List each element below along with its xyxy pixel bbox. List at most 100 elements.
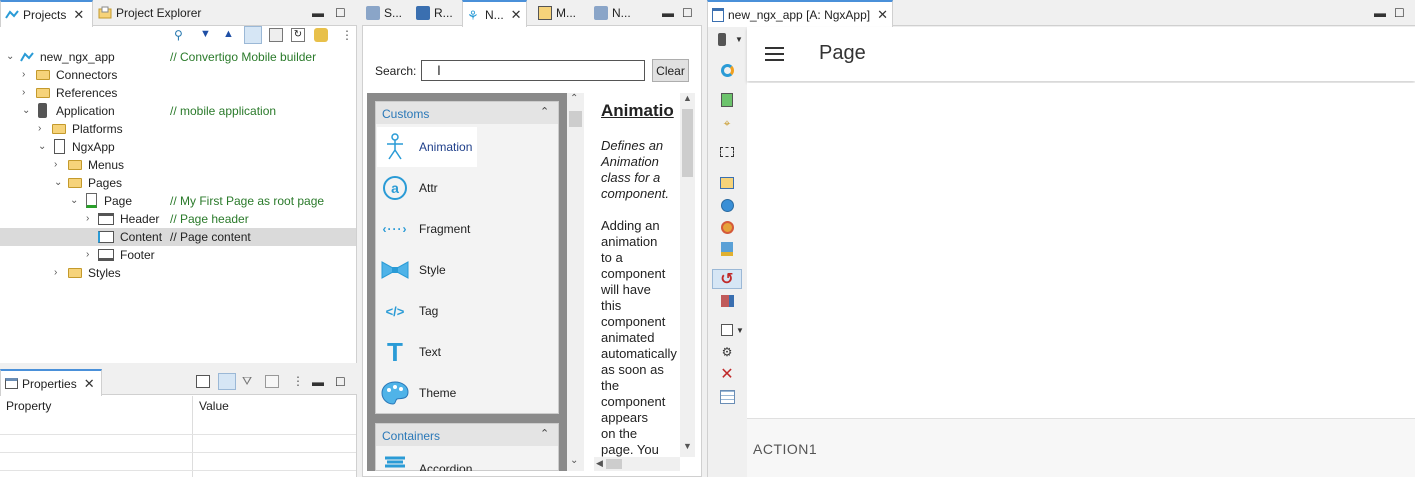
link-editor-icon[interactable] <box>244 26 262 44</box>
palette-item-style[interactable]: Style <box>377 250 559 290</box>
chevron-down-icon[interactable]: ⌄ <box>54 174 64 192</box>
dropdown-arrow-icon[interactable]: ▼ <box>735 35 743 44</box>
maximize-button[interactable]: ☐ <box>335 375 346 389</box>
scroll-down-icon[interactable]: ▼ <box>683 441 692 451</box>
maximize-button[interactable]: ☐ <box>335 6 346 20</box>
chevron-down-icon[interactable]: ⌄ <box>70 192 80 210</box>
containers-header[interactable]: Containers ⌃ <box>376 424 558 446</box>
minimize-button[interactable]: ▬ <box>312 6 324 20</box>
close-icon[interactable]: ✕ <box>877 7 888 23</box>
tree-item-references[interactable]: › References <box>0 84 356 102</box>
tree-item-connectors[interactable]: › Connectors <box>0 66 356 84</box>
view-menu-icon[interactable]: ⋮ <box>292 374 304 388</box>
minimize-button[interactable]: ▬ <box>662 6 674 20</box>
filter-icon[interactable] <box>314 28 328 42</box>
palette-item-text[interactable]: T Text <box>377 332 559 372</box>
maximize-button[interactable]: ☐ <box>682 6 693 20</box>
hamburger-menu-icon[interactable] <box>765 47 784 61</box>
close-icon[interactable]: ✕ <box>511 7 522 23</box>
build-icon[interactable] <box>716 240 738 258</box>
tree-item-content[interactable]: Content // Page content <box>0 228 356 246</box>
chevron-right-icon[interactable]: › <box>86 246 96 264</box>
highlight-icon[interactable]: ⌖ <box>716 114 738 132</box>
collapse-icon[interactable] <box>269 28 283 42</box>
tab-ngx-app-editor[interactable]: new_ngx_app [A: NgxApp] ✕ <box>707 0 894 27</box>
scrollbar-thumb[interactable] <box>682 109 693 177</box>
action1-button[interactable]: ACTION1 <box>753 439 817 459</box>
tree-item-menus[interactable]: › Menus <box>0 156 356 174</box>
tab-references[interactable]: R... <box>412 0 457 26</box>
tab-mobile[interactable]: M... <box>534 0 580 26</box>
tree-item-application[interactable]: ⌄ Application // mobile application <box>0 102 356 120</box>
chevron-right-icon[interactable]: › <box>54 264 64 282</box>
chevron-right-icon[interactable]: › <box>38 120 48 138</box>
doc-hscrollbar[interactable]: ◀ <box>594 457 680 471</box>
packages-icon[interactable] <box>716 292 738 310</box>
palette-item-theme[interactable]: Theme <box>377 373 559 413</box>
chevron-down-icon[interactable]: ⌄ <box>6 48 16 66</box>
arrow-up-icon[interactable]: ▲ <box>223 28 234 40</box>
minimize-button[interactable]: ▬ <box>1374 6 1386 20</box>
palette-item-animation[interactable]: Animation <box>377 127 477 167</box>
scroll-left-icon[interactable]: ◀ <box>596 458 603 469</box>
tab-projects[interactable]: Projects ✕ <box>0 0 93 27</box>
tab-ngx-builder[interactable]: N... <box>590 0 635 26</box>
refresh-icon[interactable]: ↻ <box>291 28 305 42</box>
clear-button[interactable]: Clear <box>652 59 689 82</box>
view-menu-icon[interactable]: ⋮ <box>341 28 353 42</box>
chevron-down-icon[interactable]: ⌄ <box>38 138 48 156</box>
palette-item-tag[interactable]: </> Tag <box>377 291 559 331</box>
chevron-right-icon[interactable]: › <box>22 66 32 84</box>
palette-scrollbar[interactable]: ⌃ ⌄ <box>567 93 584 471</box>
edit-icon[interactable] <box>716 321 738 339</box>
auto-refresh-icon[interactable]: ↺ <box>712 269 742 289</box>
chevron-down-icon[interactable]: ⌄ <box>22 102 32 120</box>
scrollbar-thumb[interactable] <box>606 459 622 469</box>
chrome-icon[interactable] <box>716 218 738 236</box>
tab-project-explorer[interactable]: Project Explorer <box>94 0 205 26</box>
palette-item-attr[interactable]: a Attr <box>377 168 559 208</box>
maximize-button[interactable]: ☐ <box>1394 6 1405 20</box>
tree-item-ngxapp[interactable]: ⌄ NgxApp <box>0 138 356 156</box>
tree-item-page[interactable]: ⌄ Page // My First Page as root page <box>0 192 356 210</box>
globe-icon[interactable] <box>716 196 738 214</box>
chevron-right-icon[interactable]: › <box>86 210 96 228</box>
device-icon[interactable] <box>718 33 726 46</box>
tree-item-pages[interactable]: ⌄ Pages <box>0 174 356 192</box>
palette-item-accordion[interactable]: Accordion <box>377 452 559 471</box>
search-input[interactable] <box>421 60 645 81</box>
debug-icon[interactable]: ⚙ <box>716 343 738 361</box>
tree-item-styles[interactable]: › Styles <box>0 264 356 282</box>
collapse-icon[interactable]: ⌃ <box>540 427 549 440</box>
scrollbar-thumb[interactable] <box>569 111 582 127</box>
chevron-right-icon[interactable]: › <box>54 156 64 174</box>
screenshot-icon[interactable] <box>716 174 738 192</box>
tab-source[interactable]: S... <box>362 0 406 26</box>
categories-icon[interactable] <box>218 373 236 390</box>
close-icon[interactable]: ✕ <box>73 7 84 23</box>
scroll-down-icon[interactable]: ⌄ <box>570 455 578 466</box>
collapse-icon[interactable]: ⌃ <box>540 105 549 118</box>
dropdown-arrow-icon[interactable]: ▼ <box>736 326 744 335</box>
tab-properties[interactable]: Properties ✕ <box>0 369 102 396</box>
restore-default-icon[interactable] <box>265 375 279 388</box>
tree-item-platforms[interactable]: › Platforms <box>0 120 356 138</box>
arrow-down-icon[interactable]: ▼ <box>200 28 211 40</box>
palette-item-fragment[interactable]: ‹···› Fragment <box>377 209 559 249</box>
delete-icon[interactable]: ✕ <box>716 365 738 383</box>
tree-item-new-ngx-app[interactable]: ⌄ new_ngx_app // Convertigo Mobile build… <box>0 48 356 66</box>
reload-icon[interactable] <box>716 61 738 79</box>
tree-item-footer[interactable]: › Footer <box>0 246 356 264</box>
filter-icon[interactable]: ⛛ <box>242 374 252 389</box>
sync-icon[interactable] <box>716 91 738 109</box>
scroll-up-icon[interactable]: ⌃ <box>570 93 578 104</box>
find-icon[interactable]: ⚲ <box>174 28 183 42</box>
minimize-button[interactable]: ▬ <box>312 375 324 389</box>
tree-item-header[interactable]: › Header // Page header <box>0 210 356 228</box>
close-icon[interactable]: ✕ <box>84 376 95 392</box>
chevron-right-icon[interactable]: › <box>22 84 32 102</box>
new-property-icon[interactable] <box>196 375 210 388</box>
doc-scrollbar[interactable]: ▲ ▼ <box>680 93 695 457</box>
grid-icon[interactable] <box>716 388 738 406</box>
tab-ngx-palette[interactable]: ⚘ N... ✕ <box>462 0 527 27</box>
